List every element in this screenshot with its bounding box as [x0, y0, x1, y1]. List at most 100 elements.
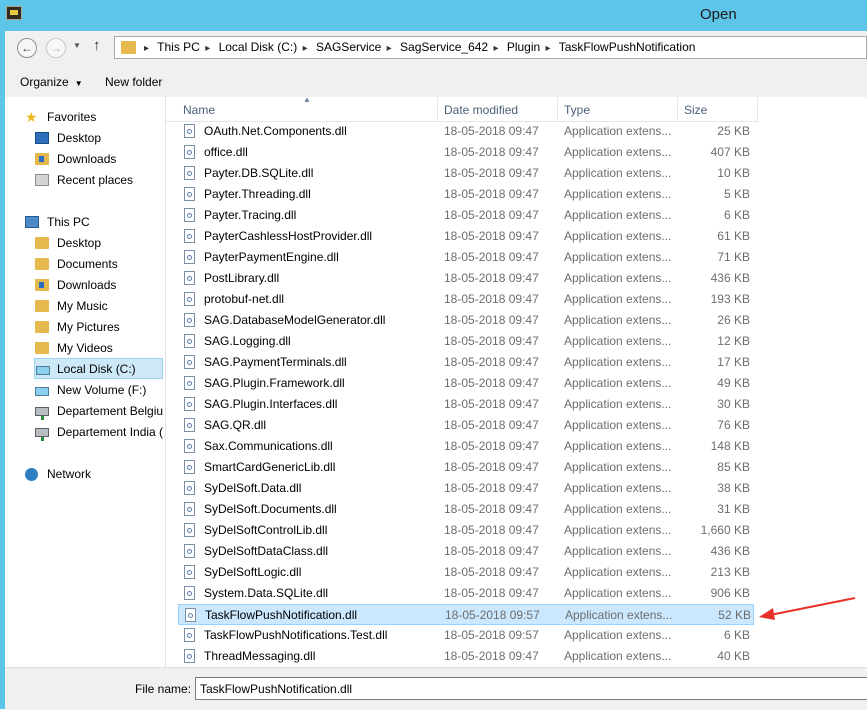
nav-item-local-disk[interactable]: Local Disk (C:): [34, 358, 163, 379]
chevron-right-icon[interactable]: ▸: [144, 43, 149, 54]
file-date-modified: 18-05-2018 09:47: [444, 439, 539, 453]
dll-file-icon: [184, 586, 195, 600]
organize-button[interactable]: Organize ▼: [20, 75, 83, 89]
command-toolbar: Organize ▼ New folder: [5, 68, 867, 98]
dll-file-icon: [185, 608, 196, 622]
nav-item-departement-india[interactable]: Departement India (: [35, 422, 165, 443]
up-button[interactable]: ↑: [93, 37, 101, 54]
column-header-type[interactable]: Type: [558, 97, 678, 121]
dll-file-icon: [184, 439, 195, 453]
file-size: 5 KB: [723, 187, 750, 201]
file-name: SyDelSoftControlLib.dll: [204, 523, 328, 537]
nav-item-label: Departement Belgiu: [57, 404, 164, 418]
file-row[interactable]: Payter.Threading.dll 18-05-2018 09:47 Appl…: [178, 184, 754, 205]
nav-this-pc-label: This PC: [47, 215, 90, 229]
nav-item-new-volume[interactable]: New Volume (F:): [35, 380, 163, 401]
file-row[interactable]: SAG.DatabaseModelGenerator.dll 18-05-2018…: [178, 310, 754, 331]
file-row[interactable]: SyDelSoftLogic.dll 18-05-2018 09:47 Applic…: [178, 562, 754, 583]
file-size: 17 KB: [717, 355, 750, 369]
new-folder-button[interactable]: New folder: [105, 75, 162, 89]
title-bar: Open: [0, 0, 867, 32]
file-name: TaskFlowPushNotification.dll: [205, 608, 358, 622]
file-row-selected[interactable]: TaskFlowPushNotification.dll 18-05-2018 0…: [178, 604, 754, 625]
file-date-modified: 18-05-2018 09:47: [444, 208, 539, 222]
nav-item-fav-downloads[interactable]: Downloads: [35, 149, 163, 170]
chevron-right-icon[interactable]: ▸: [205, 43, 210, 54]
nav-item-fav-desktop[interactable]: Desktop: [35, 128, 163, 149]
file-name: ThreadMessaging.dll: [204, 649, 316, 663]
nav-network-label: Network: [47, 467, 92, 481]
file-size: 10 KB: [717, 166, 750, 180]
file-date-modified: 18-05-2018 09:47: [444, 544, 539, 558]
file-date-modified: 18-05-2018 09:47: [444, 166, 539, 180]
file-row[interactable]: Sax.Communications.dll 18-05-2018 09:47 Ap…: [178, 436, 754, 457]
nav-item-documents[interactable]: Documents: [35, 254, 163, 275]
nav-item-my-videos[interactable]: My Videos: [35, 338, 163, 359]
breadcrumb-local-disk[interactable]: Local Disk (C:): [219, 40, 298, 54]
file-row[interactable]: SAG.Plugin.Framework.dll 18-05-2018 09:47…: [178, 373, 754, 394]
file-row[interactable]: protobuf-net.dll 18-05-2018 09:47 Applicat…: [178, 289, 754, 310]
file-row[interactable]: SAG.Logging.dll 18-05-2018 09:47 Applicati…: [178, 331, 754, 352]
file-row[interactable]: SmartCardGenericLib.dll 18-05-2018 09:47 A…: [178, 457, 754, 478]
file-row[interactable]: SyDelSoft.Documents.dll 18-05-2018 09:47 A…: [178, 499, 754, 520]
file-row[interactable]: TaskFlowPushNotifications.Test.dll 18-05-…: [178, 625, 754, 646]
file-size: 6 KB: [723, 628, 750, 642]
file-size: 1,660 KB: [700, 523, 750, 537]
file-size: 148 KB: [710, 439, 750, 453]
file-name: SAG.Plugin.Framework.dll: [204, 376, 345, 390]
recent-locations-chevron-icon[interactable]: ▼: [73, 41, 83, 51]
file-row[interactable]: OAuth.Net.Components.dll 18-05-2018 09:47…: [178, 121, 754, 142]
file-row[interactable]: PostLibrary.dll 18-05-2018 09:47 Applicati…: [178, 268, 754, 289]
file-row[interactable]: office.dll 18-05-2018 09:47 Application ex…: [178, 142, 754, 163]
file-row[interactable]: SAG.PaymentTerminals.dll 18-05-2018 09:47…: [178, 352, 754, 373]
file-name-input[interactable]: [195, 677, 867, 700]
nav-item-my-pictures[interactable]: My Pictures: [35, 317, 163, 338]
file-row[interactable]: SyDelSoftDataClass.dll 18-05-2018 09:47 Ap…: [178, 541, 754, 562]
file-row[interactable]: SyDelSoftControlLib.dll 18-05-2018 09:47 A…: [178, 520, 754, 541]
breadcrumb-taskflowpushnotification[interactable]: TaskFlowPushNotification: [559, 40, 696, 54]
file-row[interactable]: PayterCashlessHostProvider.dll 18-05-2018…: [178, 226, 754, 247]
videos-folder-icon: [35, 342, 49, 354]
chevron-right-icon[interactable]: ▸: [493, 43, 498, 54]
nav-item-label: Downloads: [57, 278, 117, 292]
file-row[interactable]: SAG.Plugin.Interfaces.dll 18-05-2018 09:4…: [178, 394, 754, 415]
breadcrumb-plugin[interactable]: Plugin: [507, 40, 540, 54]
dll-file-icon: [184, 481, 195, 495]
nav-item-desktop[interactable]: Desktop: [35, 233, 163, 254]
nav-item-departement-belgium[interactable]: Departement Belgiu: [35, 401, 165, 422]
nav-item-label: Local Disk (C:): [57, 362, 136, 376]
nav-this-pc[interactable]: This PC: [25, 212, 163, 233]
chevron-right-icon[interactable]: ▸: [387, 43, 392, 54]
nav-item-downloads[interactable]: Downloads: [35, 275, 163, 296]
column-header-name[interactable]: Name: [177, 97, 438, 121]
file-row[interactable]: PayterPaymentEngine.dll 18-05-2018 09:47 A…: [178, 247, 754, 268]
chevron-right-icon[interactable]: ▸: [303, 43, 308, 54]
dll-file-icon: [184, 502, 195, 516]
file-row[interactable]: System.Data.SQLite.dll 18-05-2018 09:47 Ap…: [178, 583, 754, 604]
file-row[interactable]: Payter.DB.SQLite.dll 18-05-2018 09:47 Appl…: [178, 163, 754, 184]
nav-item-recent-places[interactable]: Recent places: [35, 170, 163, 191]
file-row[interactable]: ThreadMessaging.dll 18-05-2018 09:47 Appli…: [178, 646, 754, 667]
file-date-modified: 18-05-2018 09:47: [444, 586, 539, 600]
file-row[interactable]: SyDelSoft.Data.dll 18-05-2018 09:47 Applic…: [178, 478, 754, 499]
nav-network[interactable]: Network: [25, 464, 163, 485]
dll-file-icon: [184, 250, 195, 264]
back-button[interactable]: ←: [17, 38, 37, 58]
breadcrumb-sagservice-642[interactable]: SagService_642: [400, 40, 488, 54]
star-icon: ★: [25, 109, 38, 125]
forward-button[interactable]: →: [46, 38, 66, 58]
column-header-size[interactable]: Size: [678, 97, 758, 121]
nav-item-my-music[interactable]: My Music: [35, 296, 163, 317]
file-date-modified: 18-05-2018 09:47: [444, 313, 539, 327]
file-row[interactable]: SAG.QR.dll 18-05-2018 09:47 Application ex…: [178, 415, 754, 436]
file-date-modified: 18-05-2018 09:47: [444, 229, 539, 243]
file-name: PayterCashlessHostProvider.dll: [204, 229, 373, 243]
network-drive-icon: [35, 428, 49, 441]
chevron-right-icon[interactable]: ▸: [546, 43, 551, 54]
column-header-date-modified[interactable]: Date modified: [438, 97, 558, 121]
address-bar[interactable]: ▸ This PC ▸ Local Disk (C:) ▸ SAGService…: [114, 36, 867, 59]
file-row[interactable]: Payter.Tracing.dll 18-05-2018 09:47 Applic…: [178, 205, 754, 226]
breadcrumb-this-pc[interactable]: This PC: [157, 40, 200, 54]
breadcrumb-sagservice[interactable]: SAGService: [316, 40, 381, 54]
nav-favorites[interactable]: ★ Favorites: [25, 107, 163, 128]
